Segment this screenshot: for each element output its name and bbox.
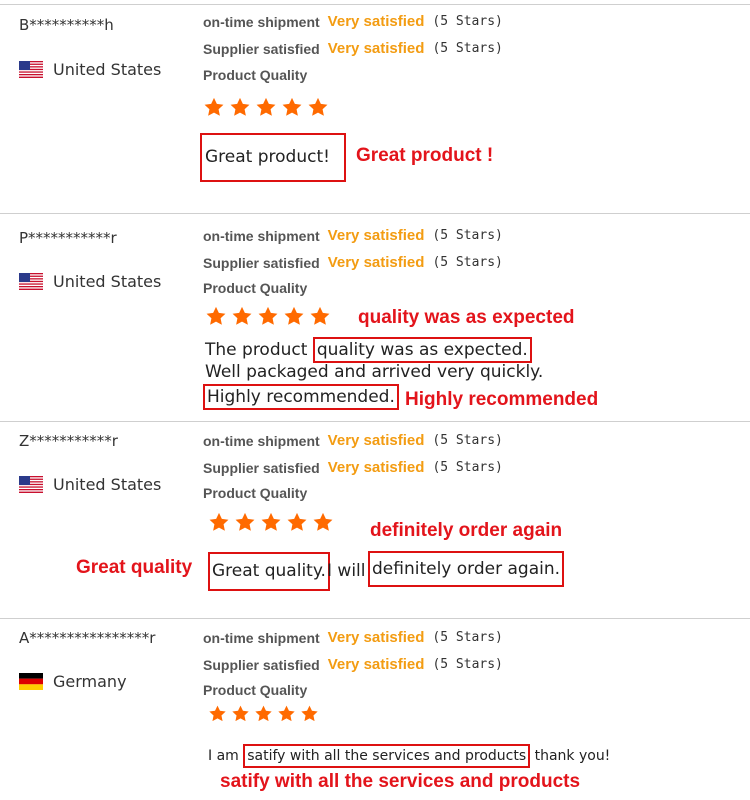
supplier-label: Supplier satisfied (203, 254, 320, 271)
ontime-value: Very satisfied (327, 13, 425, 30)
star-icon (310, 306, 330, 325)
supplier-value: Very satisfied (327, 40, 425, 57)
divider (0, 213, 750, 214)
star-icon (284, 306, 304, 325)
comment-text: I am (208, 748, 244, 764)
annotation-label: Highly recommended (405, 389, 599, 410)
annotation-label: satify with all the services and product… (220, 771, 581, 792)
supplier-label: Supplier satisfied (203, 656, 320, 673)
comment-highlight: Great quality. (208, 552, 330, 591)
country: United States (19, 60, 161, 79)
star-icon (313, 512, 333, 531)
comment-text: thank you! (530, 748, 611, 764)
supplier-stars: (5 Stars) (432, 41, 503, 56)
buyer-name: B**********h (19, 16, 114, 34)
divider (0, 421, 750, 422)
supplier-row: Supplier satisfied Very satisfied (5 Sta… (203, 40, 503, 57)
product-quality-label: Product Quality (203, 682, 308, 698)
supplier-value: Very satisfied (327, 254, 425, 271)
ontime-label: on-time shipment (203, 629, 320, 646)
product-quality-label: Product Quality (203, 280, 308, 296)
ontime-value: Very satisfied (327, 227, 425, 244)
supplier-stars: (5 Stars) (432, 460, 503, 475)
supplier-stars: (5 Stars) (432, 255, 503, 270)
comment-highlight: quality was as expected. (312, 337, 532, 363)
star-icon (230, 97, 250, 116)
ontime-stars: (5 Stars) (432, 433, 503, 448)
country: United States (19, 475, 161, 494)
star-rating (208, 704, 319, 723)
star-icon (209, 705, 226, 722)
supplier-value: Very satisfied (327, 656, 425, 673)
product-quality-label: Product Quality (203, 485, 308, 501)
star-icon (261, 512, 281, 531)
country-name: United States (53, 60, 162, 79)
annotation-label: Great quality (76, 557, 193, 578)
buyer-name: A****************r (19, 629, 156, 647)
country-name: Germany (53, 672, 127, 691)
ontime-label: on-time shipment (203, 432, 320, 449)
ontime-row: on-time shipment Very satisfied (5 Stars… (203, 432, 503, 449)
star-icon (206, 306, 226, 325)
comment-line: I am satify with all the services and pr… (208, 744, 610, 768)
de-flag-icon (19, 673, 43, 690)
star-icon (232, 306, 252, 325)
supplier-row: Supplier satisfied Very satisfied (5 Sta… (203, 459, 503, 476)
star-icon (204, 97, 224, 116)
divider (0, 618, 750, 619)
supplier-row: Supplier satisfied Very satisfied (5 Sta… (203, 254, 503, 271)
star-icon (308, 97, 328, 116)
star-icon (258, 306, 278, 325)
annotation-label: Great product ! (356, 145, 494, 166)
ontime-row: on-time shipment Very satisfied (5 Stars… (203, 629, 503, 646)
comment-highlight: satify with all the services and product… (243, 744, 531, 768)
us-flag-icon (19, 61, 43, 78)
comment-text: The product (205, 340, 313, 360)
supplier-value: Very satisfied (327, 459, 425, 476)
country: United States (19, 272, 161, 291)
comment-text: I will (327, 561, 366, 581)
star-icon (235, 512, 255, 531)
ontime-row: on-time shipment Very satisfied (5 Stars… (203, 13, 503, 30)
comment-text: Well packaged and arrived very quickly. (205, 362, 544, 382)
ontime-stars: (5 Stars) (432, 630, 503, 645)
star-icon (255, 705, 272, 722)
ontime-label: on-time shipment (203, 13, 320, 30)
country: Germany (19, 672, 127, 691)
ontime-stars: (5 Stars) (432, 228, 503, 243)
us-flag-icon (19, 476, 43, 493)
supplier-stars: (5 Stars) (432, 657, 503, 672)
buyer-name: Z***********r (19, 432, 118, 450)
supplier-row: Supplier satisfied Very satisfied (5 Sta… (203, 656, 503, 673)
comment-highlight: Highly recommended. (203, 384, 399, 410)
ontime-row: on-time shipment Very satisfied (5 Stars… (203, 227, 503, 244)
supplier-label: Supplier satisfied (203, 459, 320, 476)
supplier-label: Supplier satisfied (203, 40, 320, 57)
star-icon (301, 705, 318, 722)
star-icon (282, 97, 302, 116)
ontime-value: Very satisfied (327, 629, 425, 646)
divider (0, 4, 750, 5)
comment-highlight: definitely order again. (368, 551, 565, 587)
annotation-label: definitely order again (370, 520, 563, 541)
product-quality-label: Product Quality (203, 67, 308, 83)
comment-line: The product quality was as expected. (205, 337, 532, 363)
ontime-value: Very satisfied (327, 432, 425, 449)
star-icon (278, 705, 295, 722)
country-name: United States (53, 272, 162, 291)
comment-highlight: Great product! (200, 133, 346, 182)
star-icon (232, 705, 249, 722)
us-flag-icon (19, 273, 43, 290)
ontime-label: on-time shipment (203, 227, 320, 244)
annotation-label: quality was as expected (358, 307, 575, 328)
star-rating (205, 305, 331, 327)
star-icon (287, 512, 307, 531)
buyer-name: P***********r (19, 229, 117, 247)
country-name: United States (53, 475, 162, 494)
star-icon (209, 512, 229, 531)
ontime-stars: (5 Stars) (432, 14, 503, 29)
star-rating (208, 511, 334, 533)
star-icon (256, 97, 276, 116)
star-rating (203, 96, 329, 118)
